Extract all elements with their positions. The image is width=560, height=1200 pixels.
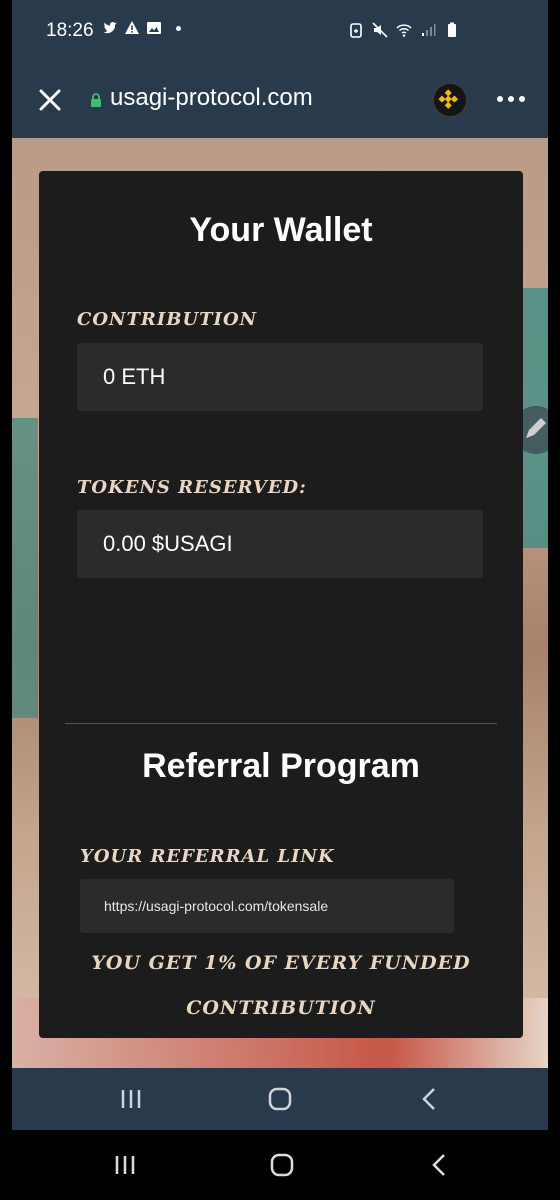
referral-note: You get 1% of every funded contribution [39, 941, 523, 1031]
referral-note-line1: You get 1% of every funded [91, 952, 471, 974]
section-divider [65, 723, 497, 724]
contribution-label: Contribution [77, 309, 258, 330]
tokens-reserved-label: Tokens Reserved: [77, 477, 307, 498]
signal-icon [422, 24, 436, 36]
recent-apps-icon[interactable] [116, 1085, 146, 1113]
bnb-logo-icon[interactable] [432, 82, 468, 118]
status-icons-left [102, 20, 181, 36]
battery-icon [448, 22, 456, 37]
referral-link-input[interactable] [80, 879, 454, 933]
twitter-icon [103, 22, 117, 34]
battery-saver-icon [350, 23, 362, 38]
back-icon[interactable] [415, 1085, 445, 1113]
lock-icon [91, 93, 101, 107]
home-icon[interactable] [265, 1085, 295, 1113]
referral-title: Referral Program [142, 747, 420, 785]
status-time: 18:26 [46, 20, 94, 41]
wallet-title: Your Wallet [189, 211, 373, 249]
navigation-bar [12, 1068, 548, 1130]
warning-icon [125, 21, 139, 34]
referral-note-line2: contribution [186, 997, 376, 1019]
home-icon[interactable] [267, 1151, 297, 1179]
mute-icon [372, 22, 388, 38]
status-bar: 18:26 [12, 0, 548, 64]
referral-link-label: Your Referral Link [80, 846, 335, 867]
wallet-card: Your Wallet Contribution 0 ETH Tokens Re… [39, 171, 523, 1038]
browser-toolbar: usagi-protocol.com [12, 64, 548, 138]
more-icon[interactable] [496, 94, 526, 104]
status-icons-right [348, 22, 460, 38]
url-text[interactable]: usagi-protocol.com [110, 84, 313, 112]
notification-dot [176, 25, 181, 31]
image-icon [147, 22, 161, 34]
back-icon[interactable] [425, 1151, 455, 1179]
page-content: Your Wallet Contribution 0 ETH Tokens Re… [12, 138, 548, 1068]
system-navigation-bar [0, 1130, 560, 1200]
wifi-icon [396, 24, 412, 37]
close-icon[interactable] [36, 86, 64, 114]
tokens-reserved-value: 0.00 $USAGI [77, 510, 483, 578]
background-art [12, 418, 38, 718]
recent-apps-icon[interactable] [110, 1151, 140, 1179]
contribution-value: 0 ETH [77, 343, 483, 411]
phone-screen: 18:26 usagi-protocol.com Your Wallet CON… [12, 0, 548, 1130]
